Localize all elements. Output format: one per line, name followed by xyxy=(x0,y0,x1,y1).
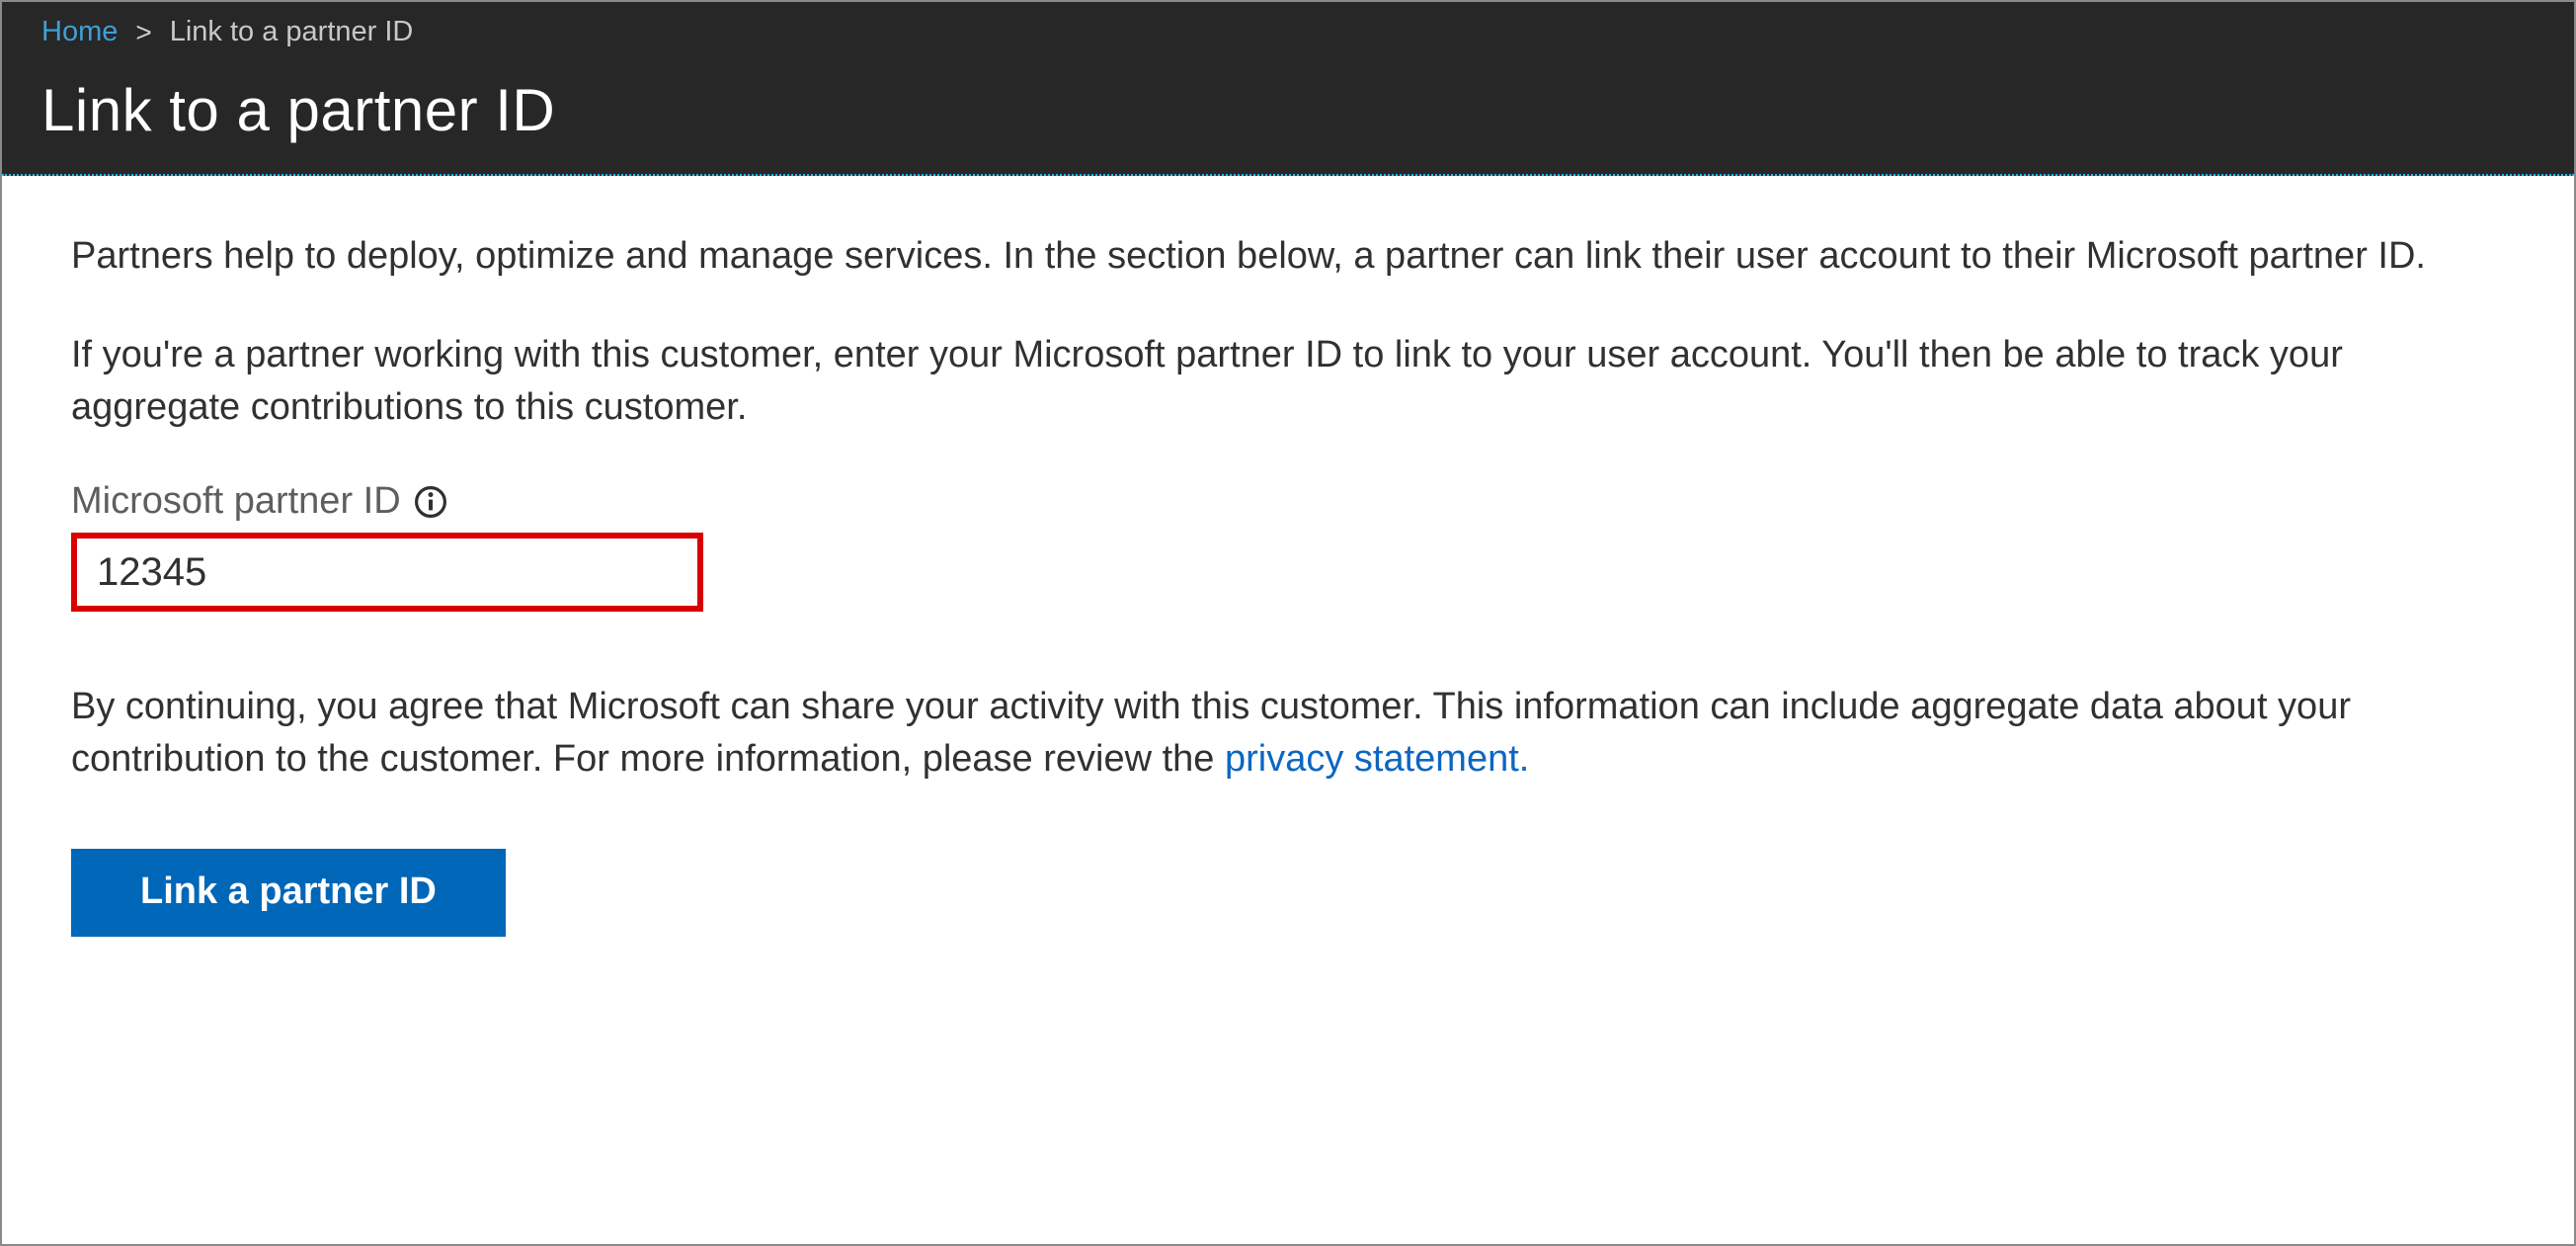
breadcrumb-home-link[interactable]: Home xyxy=(41,16,118,48)
page-title: Link to a partner ID xyxy=(41,66,2535,144)
breadcrumb-separator-icon: > xyxy=(135,17,151,48)
link-partner-id-button[interactable]: Link a partner ID xyxy=(71,849,506,937)
partner-id-label: Microsoft partner ID xyxy=(71,480,401,523)
privacy-statement-link[interactable]: privacy statement. xyxy=(1225,738,1529,780)
agreement-paragraph: By continuing, you agree that Microsoft … xyxy=(71,681,2501,785)
partner-id-input[interactable] xyxy=(71,533,703,612)
partner-id-label-row: Microsoft partner ID xyxy=(71,480,2505,523)
instruction-paragraph: If you're a partner working with this cu… xyxy=(71,329,2505,433)
agreement-block: By continuing, you agree that Microsoft … xyxy=(71,681,2505,785)
info-icon[interactable] xyxy=(413,484,448,520)
page-frame: Home > Link to a partner ID Link to a pa… xyxy=(0,0,2576,1246)
header-bar: Home > Link to a partner ID Link to a pa… xyxy=(2,2,2574,176)
breadcrumb-current: Link to a partner ID xyxy=(170,16,414,48)
intro-paragraph: Partners help to deploy, optimize and ma… xyxy=(71,230,2505,282)
agreement-text-prefix: By continuing, you agree that Microsoft … xyxy=(71,686,2351,779)
content-region: Partners help to deploy, optimize and ma… xyxy=(2,176,2574,1244)
breadcrumb: Home > Link to a partner ID xyxy=(2,12,2574,66)
partner-id-field-block: Microsoft partner ID xyxy=(71,480,2505,612)
